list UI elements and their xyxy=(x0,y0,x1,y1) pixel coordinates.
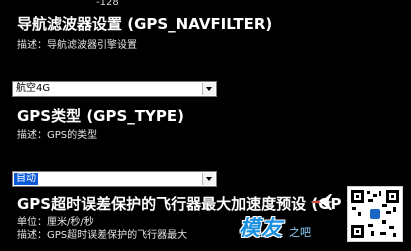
qr-code-icon xyxy=(347,186,403,242)
previous-param-range: -128 xyxy=(96,0,119,8)
chevron-down-icon[interactable] xyxy=(202,173,215,185)
param-description-gps-navfilter: 描述：导航滤波器引擎设置 xyxy=(17,40,137,51)
chevron-down-icon[interactable] xyxy=(202,83,215,95)
param-description-gps-type: 描述：GPS的类型 xyxy=(17,130,98,141)
watermark-subtext: 之吧 xyxy=(289,226,311,239)
param-title-gps-navfilter: 导航滤波器设置 (GPS_NAVFILTER) xyxy=(17,15,273,33)
watermark-text: 模友 xyxy=(239,216,283,240)
gps-type-select[interactable]: 自动 xyxy=(12,171,217,187)
param-title-gps-type: GPS类型 (GPS_TYPE) xyxy=(17,107,184,125)
parameter-list-panel: -128 导航滤波器设置 (GPS_NAVFILTER) 描述：导航滤波器引擎设… xyxy=(0,0,411,251)
select-value: 航空4G xyxy=(16,83,51,94)
gps-navfilter-select[interactable]: 航空4G xyxy=(12,81,217,97)
select-value: 自动 xyxy=(14,173,38,185)
param-description-gps-glitch-accel: 描述：GPS超时误差保护的飞行器最大 xyxy=(17,230,188,241)
site-watermark: 模友 之吧 xyxy=(238,208,324,246)
